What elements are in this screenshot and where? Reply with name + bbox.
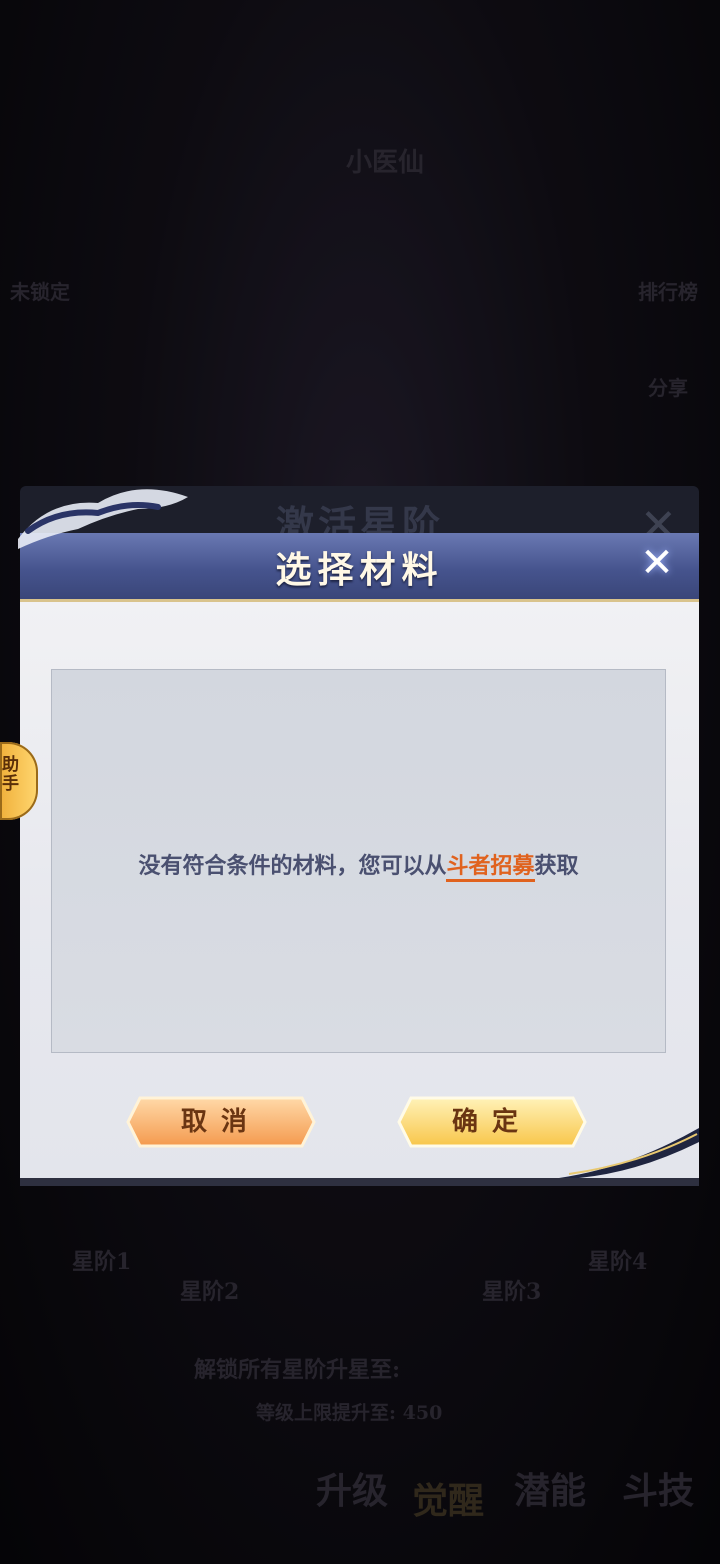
material-list-area: 没有符合条件的材料，您可以从斗者招募获取 [51,669,666,1053]
message-suffix: 获取 [534,853,579,879]
dialog-header: 选择材料 ✕ [18,489,699,602]
empty-message: 没有符合条件的材料，您可以从斗者招募获取 [52,848,665,882]
dialog-bottom-edge [20,1178,699,1186]
cloud-ornament-icon [18,489,188,549]
helper-label: 助手 [2,755,19,794]
cancel-label: 取消 [180,1107,261,1137]
close-icon: ✕ [640,540,674,586]
close-button[interactable]: ✕ [637,543,677,583]
cancel-button[interactable]: 取消 [126,1096,316,1148]
gold-swoosh-icon [559,1128,699,1178]
recruit-link[interactable]: 斗者招募 [446,853,535,882]
dialog-title: 选择材料 [275,549,444,591]
select-material-dialog: 选择材料 ✕ 没有符合条件的材料，您可以从斗者招募获取 取消 确定 [18,489,699,1178]
message-prefix: 没有符合条件的材料，您可以从 [138,853,447,879]
